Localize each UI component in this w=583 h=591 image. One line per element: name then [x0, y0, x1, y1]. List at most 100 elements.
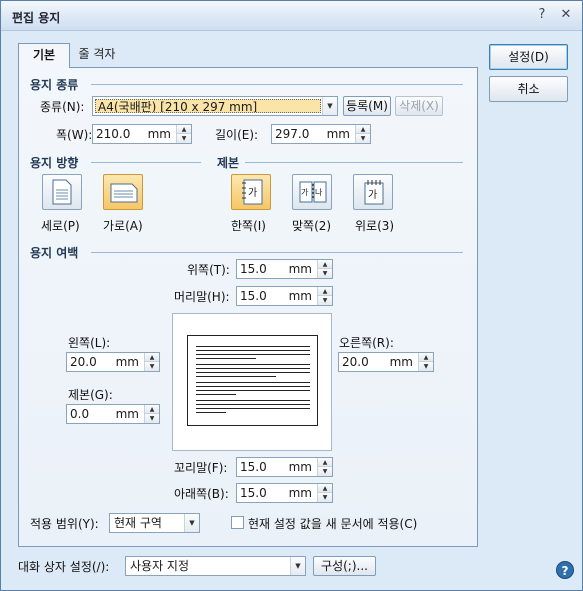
apply-scope-label: 적용 범위(Y): [30, 517, 99, 531]
tab-basic[interactable]: 기본 [18, 43, 70, 68]
dialog-setting-select[interactable]: 사용자 지정 ▼ [125, 556, 306, 576]
increment-icon[interactable]: ▲ [355, 125, 370, 134]
landscape-button[interactable] [103, 174, 143, 210]
dialog-setting-value: 사용자 지정 [130, 559, 190, 573]
preview-line [196, 346, 310, 347]
preview-line [196, 386, 310, 387]
apply-new-doc-label[interactable]: 현재 설정 값을 새 문서에 적용(C) [248, 515, 417, 532]
portrait-label: 세로(P) [41, 219, 80, 233]
length-stepper[interactable]: 297.0 mm ▲ ▼ [271, 124, 371, 144]
configure-button[interactable]: 구성(;)... [313, 556, 376, 576]
decrement-icon[interactable]: ▼ [317, 467, 332, 476]
apply-new-doc-checkbox[interactable] [231, 516, 244, 529]
svg-text:나: 나 [315, 188, 323, 197]
binding-top-button[interactable]: 가 [353, 174, 393, 210]
header-margin-value: 15.0 [240, 289, 267, 303]
landscape-label: 가로(A) [103, 219, 143, 233]
right-margin-value: 20.0 [342, 355, 369, 369]
preview-line [196, 400, 310, 401]
decrement-icon[interactable]: ▼ [144, 414, 159, 423]
preview-line [196, 350, 310, 351]
orientation-heading: 용지 방향 [30, 156, 79, 170]
svg-text:가: 가 [368, 189, 377, 201]
delete-button[interactable]: 삭제(X) [395, 96, 443, 116]
page-setup-dialog: 편집 용지 ? ✕ 설정(D) 취소 기본 줄 격자 용지 종류 종류(N): … [0, 0, 583, 591]
left-margin-label: 왼쪽(L): [68, 336, 111, 350]
right-margin-label: 오른쪽(R): [339, 336, 394, 350]
decrement-icon[interactable]: ▼ [317, 269, 332, 278]
decrement-icon[interactable]: ▼ [317, 493, 332, 502]
increment-icon[interactable]: ▲ [144, 353, 159, 362]
tab-panel-basic: 용지 종류 종류(N): A4(국배판) [210 x 297 mm] ▼ 등록… [18, 67, 478, 547]
right-margin-stepper[interactable]: 20.0 mm ▲ ▼ [338, 352, 434, 372]
preview-line [196, 364, 310, 365]
footer-margin-value: 15.0 [240, 460, 267, 474]
paper-type-heading: 용지 종류 [30, 78, 79, 92]
paper-kind-select[interactable]: A4(국배판) [210 x 297 mm] ▼ [92, 96, 338, 116]
decrement-icon[interactable]: ▼ [317, 296, 332, 305]
chevron-down-icon[interactable]: ▼ [322, 97, 337, 115]
binding-single-button[interactable]: 가 [231, 174, 271, 210]
increment-icon[interactable]: ▲ [418, 353, 433, 362]
width-label: 폭(W): [56, 128, 93, 142]
decrement-icon[interactable]: ▼ [144, 362, 159, 371]
preview-line [196, 382, 310, 383]
preview-line [196, 404, 310, 405]
apply-scope-select[interactable]: 현재 구역 ▼ [109, 513, 200, 533]
increment-icon[interactable]: ▲ [176, 125, 191, 134]
cancel-button[interactable]: 취소 [489, 76, 568, 102]
decrement-icon[interactable]: ▼ [176, 134, 191, 143]
svg-text:가: 가 [248, 187, 257, 199]
chevron-down-icon[interactable]: ▼ [184, 514, 199, 532]
help-icon[interactable]: ? [556, 561, 574, 579]
top-margin-stepper[interactable]: 15.0 mm ▲ ▼ [236, 259, 333, 279]
preview-line [196, 368, 310, 369]
apply-scope-value: 현재 구역 [114, 516, 162, 530]
increment-icon[interactable]: ▲ [317, 260, 332, 269]
width-unit: mm [147, 127, 171, 141]
increment-icon[interactable]: ▲ [317, 287, 332, 296]
header-margin-label: 머리말(H): [174, 290, 230, 304]
length-value: 297.0 [275, 127, 310, 141]
footer-margin-label: 꼬리말(F): [174, 461, 228, 475]
paper-kind-label: 종류(N): [40, 100, 85, 114]
landscape-page-icon [110, 183, 138, 203]
tab-line-grid[interactable]: 줄 격자 [73, 43, 121, 68]
unit-label: mm [288, 486, 312, 500]
width-stepper[interactable]: 210.0 mm ▲ ▼ [92, 124, 192, 144]
increment-icon[interactable]: ▲ [317, 484, 332, 493]
top-margin-value: 15.0 [240, 262, 267, 276]
decrement-icon[interactable]: ▼ [355, 134, 370, 143]
increment-icon[interactable]: ▲ [144, 405, 159, 414]
binding-single-label: 한쪽(I) [231, 219, 266, 233]
preview-page [187, 335, 318, 426]
help-icon[interactable]: ? [535, 7, 549, 23]
bottom-margin-value: 15.0 [240, 486, 267, 500]
bottom-margin-stepper[interactable]: 15.0 mm ▲ ▼ [236, 483, 333, 503]
binding-top-label: 위로(3) [355, 219, 395, 233]
unit-label: mm [288, 289, 312, 303]
length-label: 길이(E): [215, 128, 259, 142]
decrement-icon[interactable]: ▼ [418, 362, 433, 371]
gutter-margin-stepper[interactable]: 0.0 mm ▲ ▼ [66, 404, 160, 424]
length-unit: mm [326, 127, 350, 141]
section-divider [245, 162, 463, 163]
header-margin-stepper[interactable]: 15.0 mm ▲ ▼ [236, 286, 333, 306]
binding-heading: 제본 [217, 156, 240, 170]
binding-facing-button[interactable]: 가 나 [292, 174, 332, 210]
preview-line [196, 372, 310, 373]
footer-margin-stepper[interactable]: 15.0 mm ▲ ▼ [236, 457, 333, 477]
dialog-setting-label: 대화 상자 설정(/): [18, 560, 110, 574]
unit-label: mm [288, 460, 312, 474]
preview-line [196, 358, 256, 359]
set-button[interactable]: 설정(D) [489, 44, 568, 70]
increment-icon[interactable]: ▲ [317, 458, 332, 467]
close-icon[interactable]: ✕ [559, 7, 573, 23]
register-button[interactable]: 등록(M) [343, 96, 391, 116]
portrait-button[interactable] [42, 174, 82, 210]
left-margin-stepper[interactable]: 20.0 mm ▲ ▼ [66, 352, 160, 372]
chevron-down-icon[interactable]: ▼ [290, 557, 305, 575]
preview-line [196, 408, 310, 409]
svg-text:가: 가 [301, 188, 309, 197]
gutter-margin-label: 제본(G): [68, 388, 113, 402]
